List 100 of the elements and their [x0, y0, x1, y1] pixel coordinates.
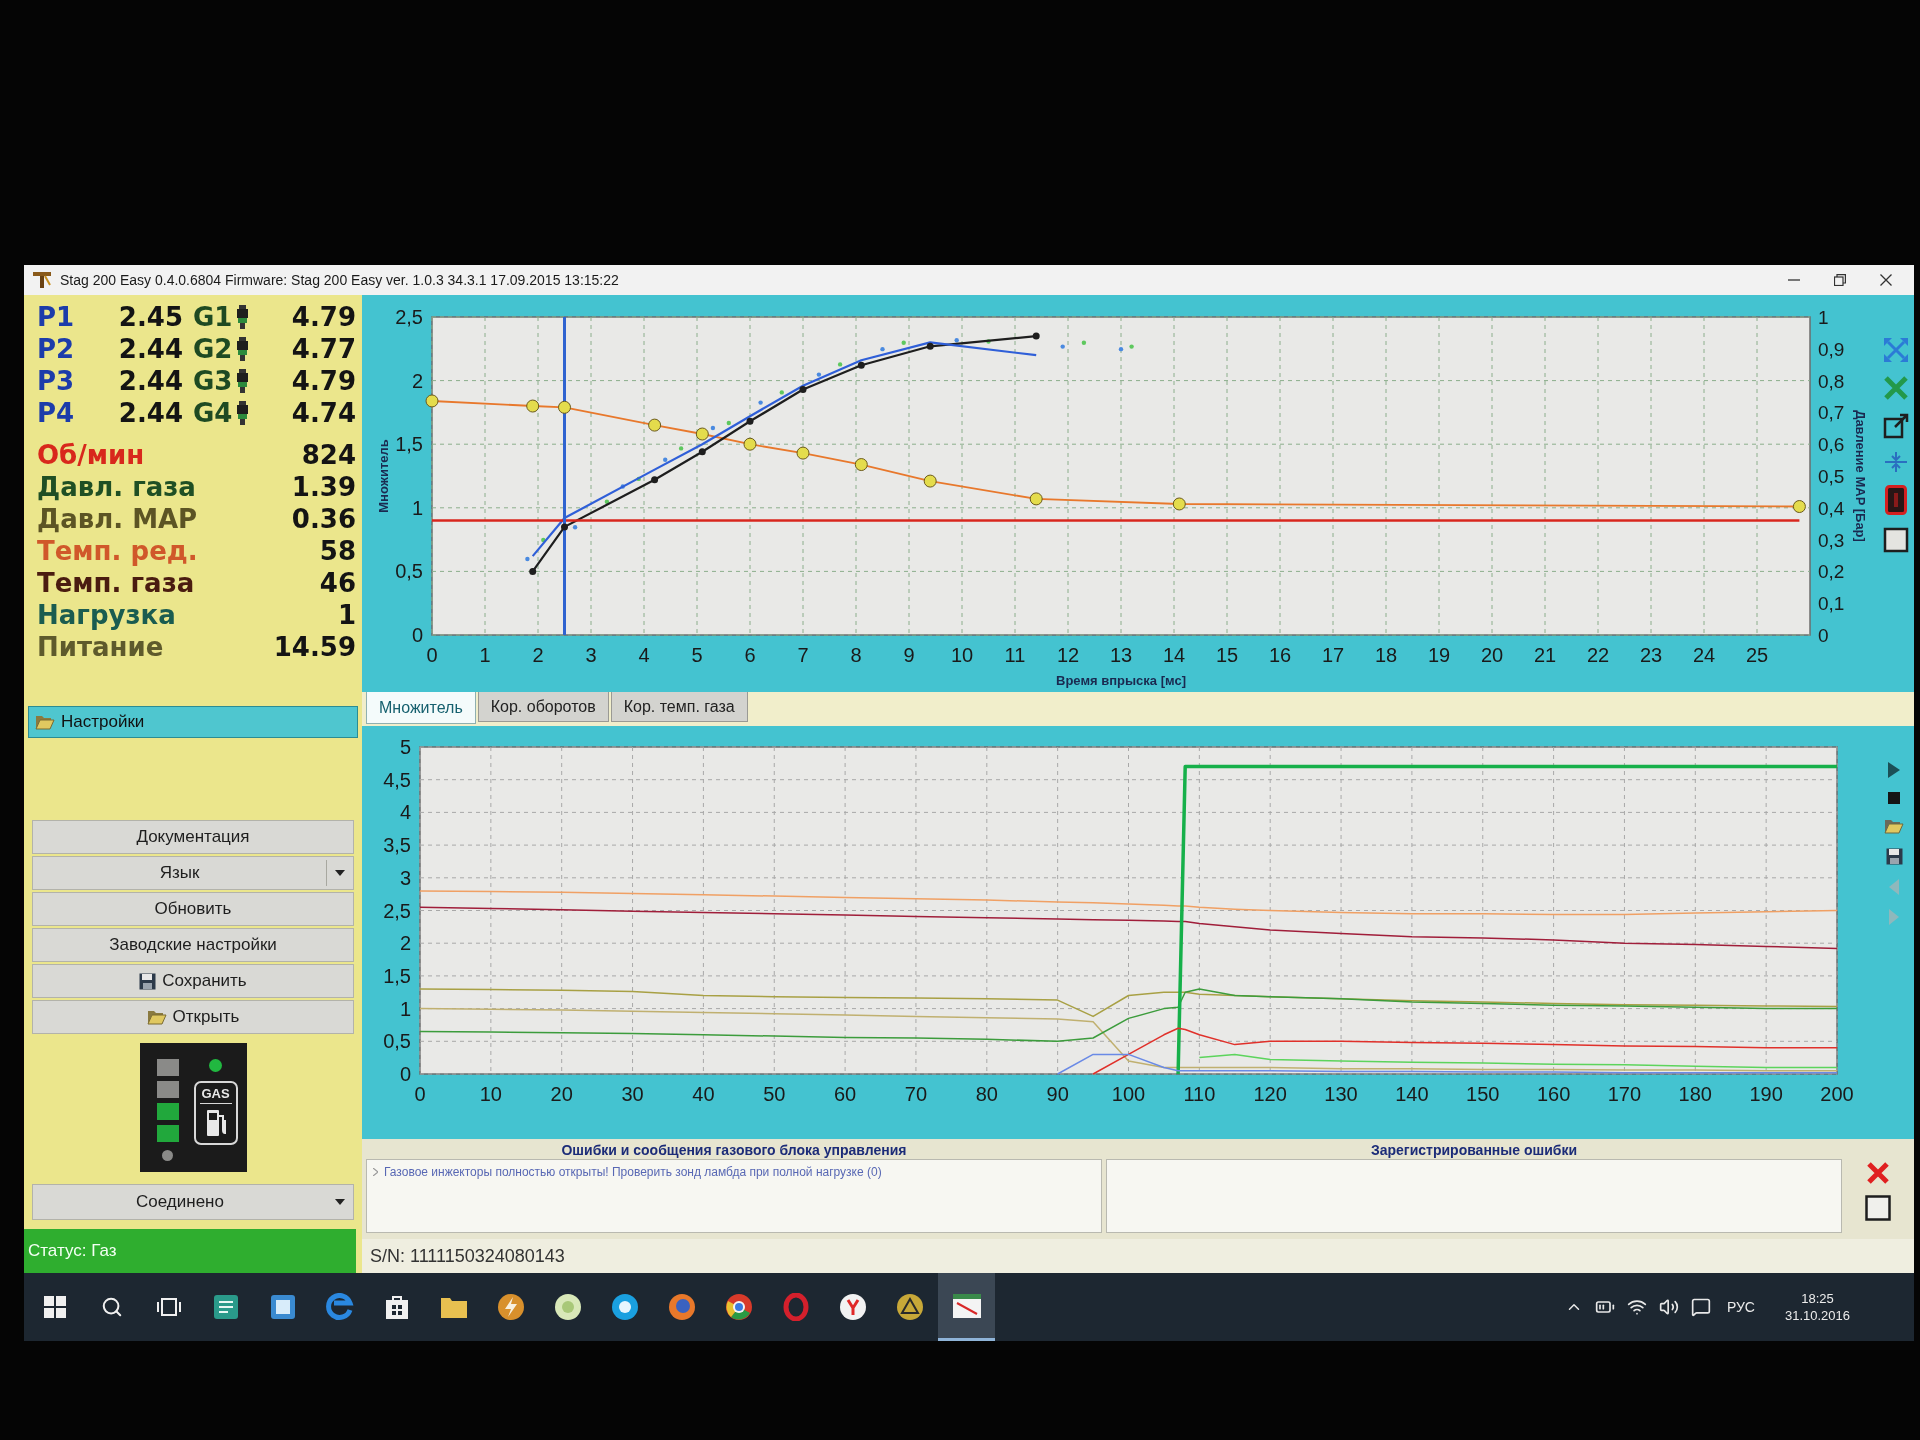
axis-tick-label: 1 [399, 997, 411, 1020]
square-icon[interactable] [1883, 527, 1909, 553]
reading-value: 2.45 [117, 304, 183, 330]
axis-tick-label: 20 [550, 1083, 573, 1105]
axis-tick-label: 0,2 [1818, 561, 1845, 583]
sample-dot [779, 390, 784, 395]
app-logo-icon [32, 271, 52, 289]
clock-time[interactable]: 18:25 [1801, 1290, 1834, 1307]
sample-dot [663, 457, 668, 462]
axis-tick-label: 40 [692, 1083, 715, 1105]
save-icon[interactable] [1885, 848, 1903, 865]
sidebar-button[interactable]: Заводские настройки [32, 928, 354, 962]
axis-tick-label: 21 [1533, 644, 1557, 666]
axis-tick-label: 16 [1268, 644, 1292, 666]
injector-icon [236, 305, 250, 329]
windows-logo-icon[interactable] [43, 1296, 66, 1318]
axis-tick-label: 20 [1480, 644, 1504, 666]
sample-dot [1118, 346, 1124, 352]
speaker-icon[interactable] [1658, 1297, 1679, 1317]
square-arrow-icon[interactable] [1883, 413, 1909, 439]
sample-dot [837, 362, 843, 367]
axis-tick-label: 120 [1253, 1083, 1287, 1105]
message-text[interactable]: Газовое инжекторы полностью открыты! Проверить зонд ламбда при полной нагрузке (0) [384, 1163, 882, 1181]
sample-dot [710, 425, 716, 431]
data-point [854, 458, 868, 472]
axis-tick-label: 1 [411, 496, 423, 519]
globe-icon [667, 1293, 696, 1321]
search-icon[interactable] [100, 1296, 123, 1318]
clock-date[interactable]: 31.10.2016 [1784, 1307, 1850, 1324]
taskbar-button[interactable] [938, 1273, 995, 1341]
reading-label: Давл. газа [37, 474, 196, 500]
sidebar-button[interactable]: Сохранить [32, 964, 354, 998]
axis-title: Время впрыска [мс] [1056, 673, 1186, 688]
data-point [425, 394, 439, 408]
axis-tick-label: 23 [1639, 644, 1663, 666]
axis-title: Множитель [376, 439, 391, 513]
restore-icon[interactable] [1834, 274, 1846, 286]
task-view-icon[interactable] [156, 1297, 181, 1317]
display-icon[interactable] [1885, 485, 1907, 515]
injector-icon [236, 337, 250, 361]
reading-value: 14.59 [273, 634, 356, 660]
axis-tick-label: 70 [904, 1083, 928, 1105]
reading-value: 824 [301, 442, 356, 468]
notification-icon[interactable] [1690, 1297, 1711, 1317]
reading-value: 4.79 [291, 304, 356, 330]
sample-dot [816, 372, 822, 377]
cursor-line[interactable] [563, 317, 566, 635]
reading-label: P2 [37, 336, 76, 362]
axis-tick-label: 0 [411, 624, 423, 646]
tab[interactable]: Кор. темп. газа [610, 692, 748, 722]
sidebar-button[interactable]: Документация [32, 820, 354, 854]
play-icon[interactable] [1887, 762, 1901, 778]
data-point [1792, 500, 1806, 514]
axis-tick-label: 170 [1607, 1083, 1642, 1105]
data-point [857, 361, 865, 369]
folder-open-icon[interactable] [1884, 818, 1904, 834]
axis-tick-label: 90 [1046, 1083, 1069, 1105]
data-point [529, 567, 537, 575]
axis-tick-label: 1,5 [383, 964, 411, 987]
axis-tick-label: 15 [1215, 644, 1239, 666]
tab[interactable]: Кор. оборотов [477, 692, 609, 722]
axis-tick-label: 3 [399, 866, 411, 889]
tab[interactable]: Множитель [366, 692, 476, 724]
sample-dot [604, 499, 610, 504]
ring-icon [781, 1293, 810, 1321]
window-title: Stag 200 Easy 0.4.0.6804 Firmware: Stag 200 Easy ver. 1.0.3 34.3.1 17.09.2015 13:15:22 [60, 270, 619, 290]
reading-value: 58 [319, 538, 356, 564]
axis-tick-label: 0 [1818, 625, 1829, 646]
window-tile-icon [268, 1293, 297, 1321]
axis-tick-label: 17 [1321, 644, 1345, 666]
axis-tick-label: 11 [1004, 644, 1026, 666]
reading-label: G3 [193, 368, 233, 394]
section-header[interactable]: Настройки [28, 706, 358, 738]
reading-value: 2.44 [117, 368, 183, 394]
data-point [796, 446, 810, 460]
lightning-icon [496, 1293, 525, 1321]
data-point [923, 474, 937, 488]
axis-tick-label: 0,6 [1818, 434, 1845, 456]
sample-dot [758, 400, 763, 405]
reading-value: 0.36 [291, 506, 356, 532]
dropdown-button[interactable]: Соединено [32, 1184, 354, 1220]
sidebar-button[interactable]: Открыть [32, 1000, 354, 1034]
axis-tick-label: 3 [585, 644, 597, 666]
reading-label: P3 [37, 368, 76, 394]
sidebar-button[interactable]: Обновить [32, 892, 354, 926]
axis-tick-label: 13 [1109, 644, 1133, 666]
dropdown-button[interactable]: Язык [32, 856, 354, 890]
axis-tick-label: 0 [399, 1063, 411, 1085]
reading-value: 4.77 [291, 336, 356, 362]
close-icon[interactable] [1880, 274, 1892, 286]
data-point [698, 448, 706, 456]
reading-label: Темп. ред. [37, 538, 198, 564]
axis-tick-label: 19 [1427, 644, 1451, 666]
language-indicator[interactable]: РУС [1722, 1296, 1759, 1318]
reading-label: Темп. газа [37, 570, 195, 596]
square-icon[interactable] [1865, 1195, 1891, 1221]
wifi-icon[interactable] [1626, 1297, 1647, 1317]
axis-tick-label: 12 [1056, 644, 1080, 666]
reading-label: P4 [37, 400, 76, 426]
reading-value: 1 [337, 602, 356, 628]
